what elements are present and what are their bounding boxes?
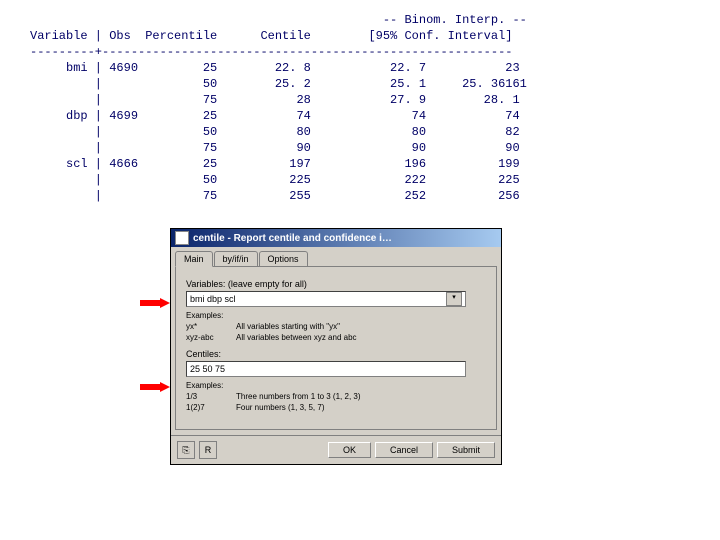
tab-main-body: Variables: (leave empty for all) bmi dbp… <box>175 266 497 430</box>
centile-dialog: centile - Report centile and confidence … <box>170 228 502 465</box>
centiles-value: 25 50 75 <box>190 364 225 374</box>
tab-main[interactable]: Main <box>175 251 213 267</box>
titlebar[interactable]: centile - Report centile and confidence … <box>171 229 501 247</box>
centiles-input[interactable]: 25 50 75 <box>186 361 466 377</box>
chevron-down-icon[interactable]: ▾ <box>446 292 462 306</box>
button-bar: ⎘ R OK Cancel Submit <box>171 435 501 464</box>
copy-icon[interactable]: ⎘ <box>177 441 195 459</box>
cancel-button[interactable]: Cancel <box>375 442 433 458</box>
dialog-title: centile - Report centile and confidence … <box>193 233 392 244</box>
variables-label: Variables: (leave empty for all) <box>186 279 486 289</box>
tab-options[interactable]: Options <box>259 251 308 267</box>
variables-value: bmi dbp scl <box>190 294 236 304</box>
centiles-label: Centiles: <box>186 349 486 359</box>
arrow-variables <box>140 298 170 308</box>
submit-button[interactable]: Submit <box>437 442 495 458</box>
tab-byifin[interactable]: by/if/in <box>214 251 258 267</box>
arrow-centiles <box>140 382 170 392</box>
stata-output: -- Binom. Interp. -- Variable | Obs Perc… <box>30 12 527 204</box>
app-icon <box>175 231 189 245</box>
reset-icon[interactable]: R <box>199 441 217 459</box>
variables-input[interactable]: bmi dbp scl ▾ <box>186 291 466 307</box>
centiles-examples: Examples: 1/3Three numbers from 1 to 3 (… <box>186 380 486 413</box>
tabs: Main by/if/in Options <box>171 247 501 267</box>
variables-examples: Examples: yx*All variables starting with… <box>186 310 486 343</box>
ok-button[interactable]: OK <box>328 442 371 458</box>
